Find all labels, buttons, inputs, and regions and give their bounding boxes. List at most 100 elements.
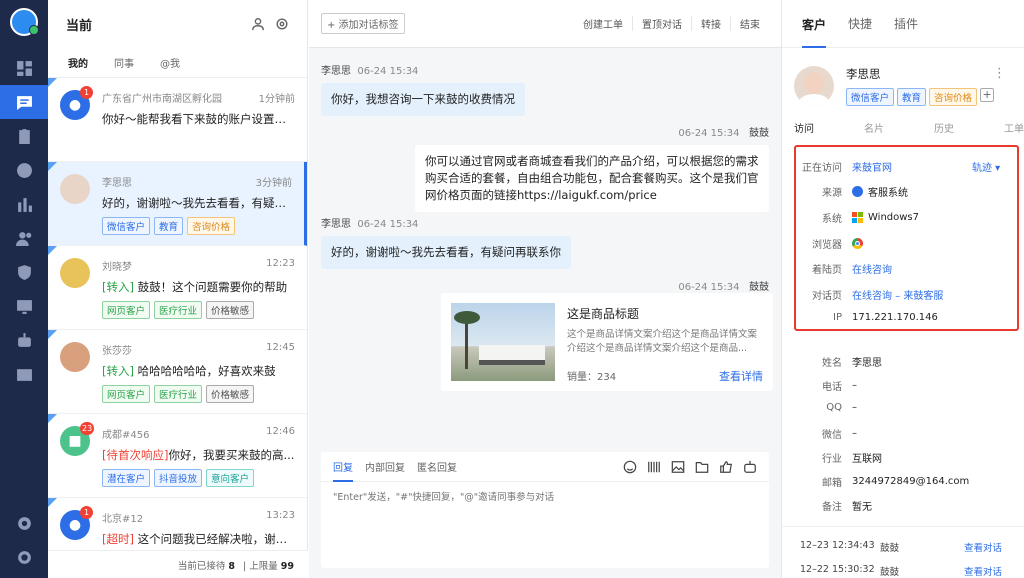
tab-plugins[interactable]: 插件 (894, 15, 918, 32)
robot-icon[interactable] (743, 460, 757, 474)
customer-tag: 咨询价格 (187, 217, 236, 235)
field-label: 浏览器 (812, 240, 842, 251)
product-sales: 销量：234 (567, 372, 617, 383)
tab-mentions[interactable]: @我 (160, 55, 180, 70)
customer-tag: 网页客户 (102, 301, 151, 319)
chat-icon[interactable] (0, 85, 48, 119)
customer-tag: 网页客户 (102, 385, 151, 403)
add-tag-icon[interactable]: + (980, 88, 995, 102)
landing-page-link[interactable]: 在线咨询 (852, 261, 892, 276)
conversation-item[interactable]: 刘晓梦 12:23 [转入] 鼓鼓！这个问题需要你的帮助 网页客户 医疗行业 价格… (48, 246, 307, 330)
reception-limit: | 上限量 99 (242, 560, 294, 572)
conversation-preview: 好的，谢谢啦～我先去看看，有疑问... (102, 196, 292, 210)
tab-customer[interactable]: 客户 (802, 0, 827, 48)
gear-icon[interactable] (0, 506, 48, 540)
conversation-name: 成都#456 (102, 430, 150, 441)
tab-tickets[interactable]: 工单 (1004, 120, 1024, 135)
conversation-item[interactable]: 1 ● 广东省广州市南湖区孵化园 1分钟前 你好～能帮我看下来鼓的账户设置吗... (48, 78, 307, 162)
bar-chart-icon[interactable] (0, 187, 48, 221)
field-label: 电话 (822, 382, 842, 393)
view-conversation-link[interactable]: 查看对话 (964, 564, 1002, 578)
pin-conversation-button[interactable]: 置顶对话 (632, 16, 691, 31)
conversation-item[interactable]: 张莎莎 12:45 [转入] 哈哈哈哈哈哈，好喜欢来鼓 网页客户 医疗行业 价格敏… (48, 330, 307, 414)
conversation-list-panel: 当前 我的 同事 @我 1 ● 广东省广州市南湖区孵化园 1分钟前 你好～能帮我看… (48, 0, 308, 578)
mail-icon[interactable] (0, 357, 48, 391)
customer-tag: 咨询价格 (929, 88, 978, 106)
tab-mine[interactable]: 我的 (68, 55, 88, 70)
industry-value[interactable]: 互联网 (852, 450, 882, 465)
history-row: 12–23 12:34:43 鼓鼓 查看对话 (800, 540, 1003, 554)
message-bubble: 你好，我想咨询一下来鼓的收费情况 (321, 83, 525, 116)
message-input[interactable] (321, 482, 769, 513)
phone-value[interactable]: – (852, 380, 857, 391)
name-value[interactable]: 李思思 (852, 354, 882, 369)
tab-quick[interactable]: 快捷 (848, 15, 872, 32)
product-title: 这是商品标题 (567, 307, 640, 321)
add-tag-button[interactable]: + 添加对话标签 (321, 13, 405, 34)
source-value: 客服系统 (868, 188, 908, 199)
conversation-time: 12:23 (266, 258, 295, 269)
field-label: 行业 (822, 454, 842, 465)
product-card[interactable]: 这是商品标题 这个是商品详情文案介绍这个是商品详情文案介绍这个是商品详情文案介绍… (441, 293, 773, 391)
preview-text: 这个问题我已经解决啦，谢谢... (137, 532, 295, 546)
wechat-value[interactable]: – (852, 428, 857, 439)
shield-icon[interactable] (0, 255, 48, 289)
user-icon[interactable] (251, 17, 265, 31)
view-conversation-link[interactable]: 查看对话 (964, 540, 1002, 554)
product-image (451, 303, 555, 381)
tab-colleagues[interactable]: 同事 (114, 55, 134, 70)
clipboard-icon[interactable] (0, 119, 48, 153)
track-dropdown[interactable]: 轨迹 ▾ (972, 159, 1000, 174)
end-conversation-button[interactable]: 结束 (730, 16, 769, 31)
image-icon[interactable] (671, 460, 685, 474)
create-ticket-button[interactable]: 创建工单 (574, 16, 632, 31)
unread-corner (48, 246, 57, 255)
email-value[interactable]: 3244972849@164.com (852, 476, 969, 487)
message: 李思思 06-24 15:34 你好，我想咨询一下来鼓的收费情况 (321, 62, 525, 116)
avatar (794, 66, 834, 106)
folder-icon[interactable] (695, 460, 709, 474)
field-label: 对话页 (812, 291, 842, 302)
customer-tag: 教育 (897, 88, 927, 106)
conversation-time: 3分钟前 (255, 178, 292, 189)
qq-value[interactable]: – (852, 402, 857, 413)
unread-corner (48, 414, 57, 423)
conversation-preview: 你好～能帮我看下来鼓的账户设置吗... (102, 112, 295, 126)
barcode-icon[interactable] (647, 460, 661, 474)
logo-icon[interactable] (10, 8, 39, 36)
conversation-item[interactable]: 李思思 3分钟前 好的，谢谢啦～我先去看看，有疑问... 微信客户 教育 咨询价格 (48, 162, 307, 246)
tab-reply[interactable]: 回复 (333, 451, 353, 482)
thumb-up-icon[interactable] (719, 460, 733, 474)
app-window: 当前 我的 同事 @我 1 ● 广东省广州市南湖区孵化园 1分钟前 你好～能帮我看… (0, 0, 1024, 578)
tab-card[interactable]: 名片 (864, 120, 884, 135)
chrome-icon (852, 238, 863, 249)
note-value[interactable]: 暂无 (852, 498, 872, 513)
reception-count: 当前已接待 8 (177, 560, 235, 572)
tab-internal-reply[interactable]: 内部回复 (365, 459, 405, 474)
tab-visit[interactable]: 访问 (794, 120, 814, 135)
transfer-button[interactable]: 转接 (691, 16, 730, 31)
customer-tag: 价格敏感 (206, 301, 255, 319)
logout-icon[interactable] (0, 540, 48, 574)
field-label: 微信 (822, 430, 842, 441)
current-page-link[interactable]: 来鼓官网 (852, 159, 892, 174)
view-details-link[interactable]: 查看详情 (719, 368, 763, 384)
ip-value: 171.221.170.146 (852, 312, 938, 323)
more-icon[interactable]: ⋮ (993, 66, 1006, 81)
conversation-item[interactable]: 23 ■ 成都#456 12:46 [待首次响应]你好，我要买来鼓的高... 潜在… (48, 414, 307, 498)
chat-page-link[interactable]: 在线咨询 – 来鼓客服 (852, 287, 943, 302)
conversation-name: 刘晓梦 (102, 262, 132, 273)
tab-history[interactable]: 历史 (934, 120, 954, 135)
field-label: IP (833, 312, 842, 323)
robot-icon[interactable] (0, 323, 48, 357)
settings-icon[interactable] (275, 17, 289, 31)
tab-anonymous-reply[interactable]: 匿名回复 (417, 459, 457, 474)
monitor-icon[interactable] (0, 289, 48, 323)
divider (782, 526, 1024, 527)
message-composer: 回复 内部回复 匿名回复 (321, 452, 769, 568)
users-icon[interactable] (0, 221, 48, 255)
smile-icon[interactable] (623, 460, 637, 474)
customer-name: 李思思 (846, 67, 881, 81)
clock-icon[interactable] (0, 153, 48, 187)
dashboard-icon[interactable] (0, 51, 48, 85)
